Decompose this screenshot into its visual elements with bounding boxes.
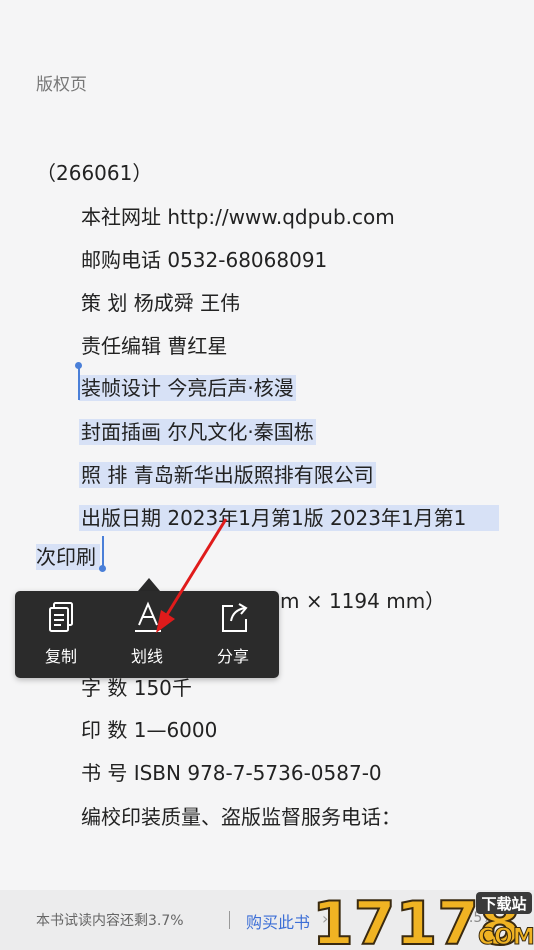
bottom-bar-divider <box>229 911 230 929</box>
text-line-typesetting-selected[interactable]: 照 排 青岛新华出版照排有限公司 <box>79 462 376 488</box>
popup-pointer <box>138 578 160 591</box>
selection-popup-menu: 复制 划线 分享 <box>15 591 279 678</box>
text-line-planner: 策 划 杨成舜 王伟 <box>81 291 241 315</box>
text-line-printrun: 印 数 1—6000 <box>81 718 218 742</box>
text-line-phone: 邮购电话 0532-68068091 <box>81 248 328 272</box>
text-line-editor: 责任编辑 曹红星 <box>81 334 228 358</box>
selection-end-caret <box>102 536 104 568</box>
selection-end-handle[interactable] <box>99 565 106 572</box>
text-line-website: 本社网址 http://www.qdpub.com <box>81 205 395 229</box>
share-icon <box>222 603 248 632</box>
text-line-format-partial: m × 1194 mm） <box>280 589 446 613</box>
share-label: 分享 <box>216 647 249 666</box>
underline-button[interactable]: 划线 <box>103 591 191 678</box>
text-line-wordcount: 字 数 150千 <box>81 676 192 700</box>
svg-text:下载站: 下载站 <box>481 895 526 913</box>
underline-icon <box>135 601 161 632</box>
site-watermark-logo: 17178 下载站 COM <box>311 888 534 950</box>
copy-icon <box>49 602 73 632</box>
text-line-postcode: （266061） <box>36 161 153 185</box>
text-line-illustration-selected[interactable]: 封面插画 尔凡文化·秦国栋 <box>79 419 316 445</box>
text-line-printing-selected[interactable]: 次印刷 <box>36 544 100 570</box>
text-line-design-selected[interactable]: 装帧设计 今亮后声·核漫 <box>79 375 296 401</box>
trial-remaining-text: 本书试读内容还剩3.7% <box>36 913 184 929</box>
section-header: 版权页 <box>36 75 87 95</box>
svg-text:COM: COM <box>478 925 534 950</box>
buy-book-link[interactable]: 购买此书 <box>246 909 310 933</box>
copy-label: 复制 <box>44 647 77 666</box>
text-line-isbn: 书 号 ISBN 978-7-5736-0587-0 <box>81 761 382 785</box>
text-line-pubdate-selected[interactable]: 出版日期 2023年1月第1版 2023年1月第1 <box>79 505 499 531</box>
share-button[interactable]: 分享 <box>189 591 277 678</box>
selection-start-caret <box>78 366 80 400</box>
text-line-hotline: 编校印装质量、盗版监督服务电话： <box>81 805 401 829</box>
copy-button[interactable]: 复制 <box>17 591 105 678</box>
underline-label: 划线 <box>130 647 163 666</box>
